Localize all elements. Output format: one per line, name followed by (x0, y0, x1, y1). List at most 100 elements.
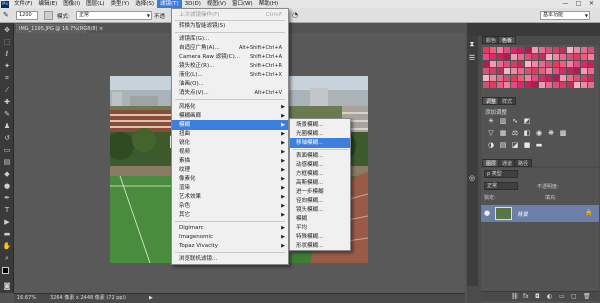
add-mask-icon[interactable]: ◘ (535, 293, 540, 300)
color-swatch[interactable] (532, 68, 538, 74)
document-tab[interactable]: IMG_1195.JPG @ 16.7%(RGB/8) × (16, 24, 103, 33)
new-group-icon[interactable]: ▭ (559, 293, 565, 300)
pen-tool-icon[interactable]: ✒ (2, 193, 12, 203)
marquee-tool-icon[interactable]: ⬚ (2, 37, 12, 47)
brush-panel-toggle-icon[interactable] (44, 11, 53, 20)
hue-saturation-icon[interactable]: ▦ (499, 129, 507, 137)
color-swatch[interactable] (574, 82, 580, 88)
color-swatch[interactable] (504, 54, 510, 60)
color-swatch[interactable] (560, 54, 566, 60)
blend-mode-select[interactable]: 正常 (484, 182, 518, 190)
shape-tool-icon[interactable]: ▬ (2, 229, 12, 239)
color-swatch[interactable] (504, 61, 510, 67)
color-swatch[interactable] (581, 54, 587, 60)
color-swatch[interactable] (581, 47, 587, 53)
color-swatch[interactable] (511, 82, 517, 88)
trash-icon[interactable]: 🗑 (583, 293, 591, 300)
color-swatch[interactable] (532, 47, 538, 53)
color-swatch[interactable] (581, 75, 587, 81)
color-swatch[interactable] (567, 47, 573, 53)
color-swatch[interactable] (518, 61, 524, 67)
color-swatch[interactable] (518, 68, 524, 74)
tab-styles[interactable]: 样式 (498, 97, 517, 105)
color-swatch[interactable] (483, 68, 489, 74)
color-swatch[interactable] (553, 75, 559, 81)
color-swatch[interactable] (581, 61, 587, 67)
color-swatch[interactable] (497, 47, 503, 53)
new-layer-icon[interactable]: ▢ (571, 293, 577, 300)
color-swatch[interactable] (546, 82, 552, 88)
color-swatch[interactable] (539, 47, 545, 53)
blur-item-tilt-shift[interactable]: 移轴模糊... (290, 138, 350, 148)
menu-item-topaz-vivacity[interactable]: Topaz Vivacity ▶ (172, 241, 288, 251)
color-swatch[interactable] (574, 68, 580, 74)
foreground-color-swatch[interactable] (2, 267, 9, 274)
gradient-tool-icon[interactable]: ▤ (2, 157, 12, 167)
color-swatch[interactable] (581, 68, 587, 74)
eye-visibility-icon[interactable]: ● (484, 209, 490, 217)
tab-paths[interactable]: 路径 (514, 159, 533, 167)
color-swatch[interactable] (574, 61, 580, 67)
invert-icon[interactable]: ◑ (487, 141, 495, 149)
color-swatch[interactable] (490, 68, 496, 74)
color-swatch[interactable] (546, 75, 552, 81)
adjustment-layer-icon[interactable]: ◐ (547, 293, 552, 300)
color-swatch[interactable] (560, 68, 566, 74)
menu-help[interactable]: 帮助(H) (256, 0, 281, 8)
color-swatch[interactable] (546, 47, 552, 53)
color-swatch[interactable] (511, 68, 517, 74)
color-swatch[interactable] (490, 75, 496, 81)
menu-filter[interactable]: 滤镜(T) (156, 0, 182, 8)
color-swatch[interactable] (504, 68, 510, 74)
color-swatch[interactable] (518, 54, 524, 60)
layer-row-background[interactable]: ● 背景 🔒 (481, 205, 599, 222)
color-swatch[interactable] (490, 54, 496, 60)
brush-tool-icon[interactable]: ✎ (2, 109, 12, 119)
color-swatch[interactable] (574, 47, 580, 53)
color-swatch[interactable] (553, 68, 559, 74)
quick-select-tool-icon[interactable]: ✦ (2, 61, 12, 71)
brush-size-field[interactable]: 1200 (16, 11, 38, 20)
posterize-icon[interactable]: ▤ (499, 141, 507, 149)
photo-filter-icon[interactable]: ◉ (535, 129, 543, 137)
color-swatch[interactable] (532, 75, 538, 81)
color-swatch[interactable] (518, 75, 524, 81)
color-swatch[interactable] (518, 82, 524, 88)
color-swatch[interactable] (532, 54, 538, 60)
color-swatch[interactable] (560, 61, 566, 67)
threshold-icon[interactable]: ◪ (511, 141, 519, 149)
color-swatch[interactable] (497, 82, 503, 88)
color-swatch[interactable] (483, 54, 489, 60)
color-swatch[interactable] (483, 61, 489, 67)
menu-image[interactable]: 图像(I) (60, 0, 83, 8)
color-swatch[interactable] (532, 61, 538, 67)
color-balance-icon[interactable]: ⚖ (511, 129, 519, 137)
path-select-tool-icon[interactable]: ▶ (2, 217, 12, 227)
menu-item-convert-smart-filters[interactable]: 转换为智能滤镜(S) (172, 21, 288, 31)
color-swatch[interactable] (560, 75, 566, 81)
history-brush-tool-icon[interactable]: ↺ (2, 133, 12, 143)
menu-edit[interactable]: 编辑(E) (35, 0, 60, 8)
color-swatch[interactable] (574, 54, 580, 60)
gradient-map-icon[interactable]: ▬ (535, 141, 543, 149)
menu-item-browse-online[interactable]: 浏览联机滤镜... (172, 254, 288, 264)
menu-file[interactable]: 文件(F) (11, 0, 35, 8)
color-swatch[interactable] (553, 54, 559, 60)
selective-color-icon[interactable]: ■ (523, 141, 531, 149)
blur-tool-icon[interactable]: ◆ (2, 169, 12, 179)
color-swatch[interactable] (560, 47, 566, 53)
black-white-icon[interactable]: ◧ (523, 129, 531, 137)
color-swatch[interactable] (511, 54, 517, 60)
color-swatch[interactable] (581, 82, 587, 88)
vibrance-icon[interactable]: ▽ (487, 129, 495, 137)
color-swatch[interactable] (546, 61, 552, 67)
color-swatch[interactable] (511, 75, 517, 81)
color-swatch[interactable] (539, 75, 545, 81)
color-swatch[interactable] (546, 68, 552, 74)
menu-layer[interactable]: 图层(L) (83, 0, 107, 8)
lasso-tool-icon[interactable]: ℓ (2, 49, 12, 59)
menu-type[interactable]: 类型(Y) (108, 0, 133, 8)
tab-close-icon[interactable]: × (99, 26, 103, 32)
menu-window[interactable]: 窗口(W) (229, 0, 256, 8)
color-swatch[interactable] (511, 47, 517, 53)
